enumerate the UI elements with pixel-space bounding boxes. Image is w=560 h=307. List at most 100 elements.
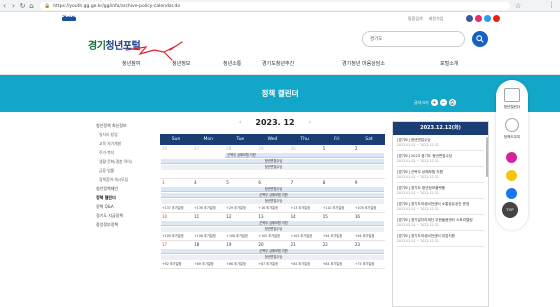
date-number[interactable]: 21 xyxy=(289,241,321,248)
schedule-bar[interactable]: 청년면접수당 xyxy=(161,227,384,232)
side-nav-item[interactable]: 경기도 지급정책 xyxy=(96,211,156,220)
more-schedule-link[interactable] xyxy=(160,171,192,178)
date-number[interactable]: 15 xyxy=(321,213,353,220)
search-button[interactable] xyxy=(472,31,488,47)
more-schedule-link[interactable]: +92 추가일정 xyxy=(160,261,192,268)
more-schedule-link[interactable]: +109 추가일정 xyxy=(160,233,192,240)
side-nav-item[interactable]: 교육·자기계발 xyxy=(96,139,156,148)
date-number[interactable]: 5 xyxy=(224,179,256,186)
more-schedule-link[interactable]: +87 추가일정 xyxy=(256,261,288,268)
nav-item-youth-week[interactable]: 경기도청년주간 xyxy=(262,60,294,67)
date-number[interactable]: 14 xyxy=(289,213,321,220)
event-list-scrollbar[interactable] xyxy=(486,137,488,177)
date-number[interactable]: 2 xyxy=(353,145,385,152)
schedule-bar[interactable]: 군복무 상해보험 지원 xyxy=(225,153,384,158)
twitter-icon[interactable] xyxy=(484,15,491,22)
more-schedule-link[interactable] xyxy=(256,171,288,178)
more-schedule-link[interactable] xyxy=(321,171,353,178)
more-schedule-link[interactable]: +16 추가일정 xyxy=(256,205,288,212)
guide-quick-icon[interactable] xyxy=(505,118,519,132)
event-item[interactable]: [경기도] 경기도여성비전센터 취업지원 2023-01-01 ~ 2023-12… xyxy=(397,231,484,247)
side-nav-item[interactable]: 청년정책제안 xyxy=(96,184,156,193)
nav-item-participation[interactable]: 청년참여 xyxy=(122,60,140,67)
scroll-top-button[interactable]: TOP xyxy=(502,202,518,218)
side-nav-item[interactable]: 정책 Q&A xyxy=(96,202,156,211)
more-schedule-link[interactable]: +105 추가일정 xyxy=(256,233,288,240)
more-schedule-link[interactable]: +84 추가일정 xyxy=(289,261,321,268)
instagram-icon[interactable] xyxy=(475,15,482,22)
date-number[interactable]: 28 xyxy=(224,145,256,152)
more-schedule-link[interactable]: +108 추가일정 xyxy=(224,233,256,240)
date-number[interactable]: 1 xyxy=(321,145,353,152)
more-schedule-link[interactable] xyxy=(289,171,321,178)
more-schedule-link[interactable]: +110 추가일정 xyxy=(321,205,353,212)
top-link-search[interactable]: 통합검색 xyxy=(408,16,423,22)
schedule-bar[interactable]: 청년면접수당 xyxy=(161,165,384,170)
event-item[interactable]: [경기도] 2023 경기도 청년면접수당 2023-01-02 ~ 2023-1… xyxy=(397,151,484,167)
more-schedule-link[interactable]: +106 추가일정 xyxy=(192,233,224,240)
more-schedule-link[interactable]: +13 추가일정 xyxy=(289,205,321,212)
home-icon[interactable]: ⌂ xyxy=(27,2,36,10)
event-item[interactable]: [경기도] 경기도여성비전센터 소통공유공간 운영 2023-01-01 ~ 20… xyxy=(397,199,484,215)
top-link-signup[interactable]: 회원가입 xyxy=(429,16,444,22)
date-number[interactable]: 27 xyxy=(192,145,224,152)
side-nav-item[interactable]: 정책참여·게시모집 xyxy=(96,175,156,184)
more-schedule-link[interactable]: +137 추가일정 xyxy=(160,205,192,212)
schedule-bar[interactable]: 청년면접수당 xyxy=(161,255,384,260)
gyeonggi-gov-logo[interactable]: 경기도 xyxy=(62,15,76,22)
event-item[interactable]: [경기도] 경기도 청년정보플랫폼 2023-01-01 ~ 2023-12-31 xyxy=(397,183,484,199)
more-schedule-link[interactable]: +94 추가일정 xyxy=(321,233,353,240)
instagram-quick-icon[interactable] xyxy=(506,152,517,163)
next-month-button[interactable]: › xyxy=(309,119,311,126)
schedule-bar[interactable]: 청년면접수당 xyxy=(161,187,384,192)
font-increase-button[interactable]: + xyxy=(430,99,438,106)
date-number[interactable]: 9 xyxy=(353,179,385,186)
side-nav-item[interactable]: 정책 캘린더 xyxy=(96,193,156,202)
youtube-icon[interactable] xyxy=(493,15,500,22)
facebook-icon[interactable] xyxy=(466,15,473,22)
more-schedule-link[interactable]: +75 추가일정 xyxy=(353,261,385,268)
more-schedule-link[interactable] xyxy=(353,171,385,178)
schedule-bar[interactable]: 청년면접수당 xyxy=(161,199,384,204)
browser-menu-icon[interactable]: ⋮ xyxy=(548,1,555,9)
date-number[interactable]: 7 xyxy=(289,179,321,186)
date-number[interactable]: 12 xyxy=(224,213,256,220)
side-nav-item[interactable]: 일자리·창업 xyxy=(96,130,156,139)
more-schedule-link[interactable]: +103 추가일정 xyxy=(289,233,321,240)
back-icon[interactable]: ‹ xyxy=(0,2,9,10)
schedule-bar[interactable]: 군복무 상해보험 지원 xyxy=(161,221,384,226)
schedule-bar[interactable]: 청년면접수당 xyxy=(161,159,384,164)
reload-icon[interactable]: ↻ xyxy=(18,2,27,10)
date-number[interactable]: 16 xyxy=(353,213,385,220)
date-number[interactable]: 22 xyxy=(321,241,353,248)
print-icon[interactable]: ⎙ xyxy=(448,99,456,106)
forward-icon[interactable]: › xyxy=(9,2,18,10)
address-bar[interactable]: 🔒 https://youth.gg.go.kr/gg/info/archive… xyxy=(40,2,510,10)
bookmark-icon[interactable]: ☆ xyxy=(515,2,521,10)
schedule-bar[interactable]: 군복무 상해보험 지원 xyxy=(161,193,384,198)
side-nav-item[interactable]: 주거·복지 xyxy=(96,148,156,157)
nav-item-communication[interactable]: 청년소통 xyxy=(223,60,241,67)
calendar-quick-icon[interactable] xyxy=(504,88,520,102)
more-schedule-link[interactable] xyxy=(224,171,256,178)
more-schedule-link[interactable]: +136 추가일정 xyxy=(192,205,224,212)
event-item[interactable]: [경기도] 청년면접수당 2023-01-01 ~ 2023-12-31 xyxy=(397,135,484,151)
side-nav-item[interactable]: 중앙정부정책 xyxy=(96,220,156,229)
more-schedule-link[interactable]: +109 추가일정 xyxy=(353,205,385,212)
date-number[interactable]: 19 xyxy=(224,241,256,248)
date-number[interactable]: 17 xyxy=(160,241,192,248)
more-schedule-link[interactable]: +86 추가일정 xyxy=(224,261,256,268)
font-decrease-button[interactable]: − xyxy=(439,99,447,106)
date-number[interactable]: 8 xyxy=(321,179,353,186)
prev-month-button[interactable]: ‹ xyxy=(239,119,241,126)
more-schedule-link[interactable] xyxy=(192,171,224,178)
side-nav-item[interactable]: 청년정책 최신정보 xyxy=(96,121,156,130)
date-number[interactable]: 13 xyxy=(256,213,288,220)
date-number[interactable]: 18 xyxy=(192,241,224,248)
date-number[interactable]: 6 xyxy=(256,179,288,186)
more-schedule-link[interactable]: +84 추가일정 xyxy=(321,261,353,268)
date-number[interactable]: 10 xyxy=(160,213,192,220)
date-number[interactable]: 26 xyxy=(160,145,192,152)
kakao-quick-icon[interactable] xyxy=(506,170,517,181)
nav-item-about[interactable]: 포털소개 xyxy=(440,60,458,67)
